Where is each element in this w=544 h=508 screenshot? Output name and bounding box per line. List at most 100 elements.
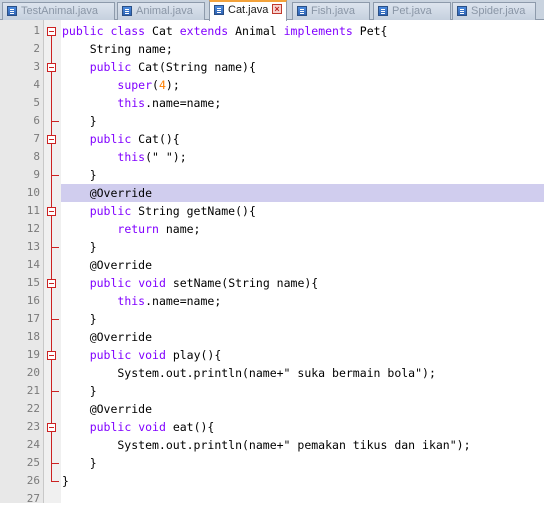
code-text: System.out.println(name+" pemakan tikus …	[62, 438, 471, 452]
line-number: 5	[33, 96, 40, 109]
close-tab-icon[interactable]: ×	[272, 4, 282, 14]
line-number: 1	[33, 24, 40, 37]
code-text: }	[62, 312, 97, 326]
code-line[interactable]: 17 }	[0, 310, 544, 328]
line-number: 3	[33, 60, 40, 73]
code-line[interactable]: 10 @Override	[0, 184, 544, 202]
code-text: public void play(){	[89, 348, 222, 362]
tab-animal[interactable]: Animal.java	[117, 2, 205, 20]
code-line[interactable]: 9 }	[0, 166, 544, 184]
code-text: }	[62, 456, 97, 470]
fold-end-marker	[51, 481, 59, 482]
file-icon	[378, 6, 388, 16]
tab-testanimal[interactable]: TestAnimal.java	[2, 2, 115, 20]
code-line[interactable]: 22 @Override	[0, 400, 544, 418]
code-line[interactable]: 2 String name;	[0, 40, 544, 58]
code-line[interactable]: 14 @Override	[0, 256, 544, 274]
code-line[interactable]: 5 this.name=name;	[0, 94, 544, 112]
code-text: this.name=name;	[117, 96, 222, 110]
tab-bar: TestAnimal.java Animal.java Cat.java × Fish.…	[0, 0, 544, 21]
line-number: 11	[26, 204, 40, 217]
code-text: }	[62, 114, 97, 128]
line-number: 15	[26, 276, 40, 289]
fold-toggle-icon[interactable]	[47, 279, 56, 288]
code-line[interactable]: 15 public void setName(String name){	[0, 274, 544, 292]
code-text: public Cat(String name){	[89, 60, 256, 74]
tab-pet[interactable]: Pet.java	[373, 2, 451, 20]
code-line[interactable]: 1 public class Cat extends Animal impleme…	[0, 22, 544, 40]
fold-toggle-icon[interactable]	[47, 27, 56, 36]
line-number: 4	[33, 78, 40, 91]
tab-label: Animal.java	[136, 5, 193, 17]
code-line[interactable]: 12 return name;	[0, 220, 544, 238]
code-line[interactable]: 20 System.out.println(name+" suka bermai…	[0, 364, 544, 382]
fold-toggle-icon[interactable]	[47, 63, 56, 72]
code-line[interactable]: 24 System.out.println(name+" pemakan tik…	[0, 436, 544, 454]
line-number: 13	[26, 240, 40, 253]
line-number: 25	[26, 456, 40, 469]
line-number: 20	[26, 366, 40, 379]
code-line[interactable]: 21 }	[0, 382, 544, 400]
fold-end-marker	[51, 247, 59, 248]
line-number: 22	[26, 402, 40, 415]
code-text: super(4);	[117, 78, 180, 92]
code-text: public class Cat extends Animal implemen…	[62, 24, 388, 38]
code-line[interactable]: 26}	[0, 472, 544, 490]
code-line[interactable]: 7 public Cat(){	[0, 130, 544, 148]
code-line[interactable]: 19 public void play(){	[0, 346, 544, 364]
line-number: 12	[26, 222, 40, 235]
file-icon	[297, 6, 307, 16]
fold-toggle-icon[interactable]	[47, 351, 56, 360]
code-text: }	[62, 168, 97, 182]
line-number: 10	[26, 186, 40, 199]
code-line[interactable]: 3 public Cat(String name){	[0, 58, 544, 76]
tab-label: Spider.java	[471, 5, 526, 17]
code-text: public String getName(){	[89, 204, 256, 218]
code-line[interactable]: 11 public String getName(){	[0, 202, 544, 220]
code-line[interactable]: 6 }	[0, 112, 544, 130]
code-editor[interactable]: 1 public class Cat extends Animal impleme…	[0, 20, 544, 505]
code-line[interactable]: 8 this(" ");	[0, 148, 544, 166]
code-text: System.out.println(name+" suka bermain b…	[62, 366, 436, 380]
line-number: 16	[26, 294, 40, 307]
tab-cat[interactable]: Cat.java ×	[209, 0, 287, 21]
file-icon	[7, 6, 17, 16]
code-text: @Override	[62, 402, 153, 416]
code-text: public Cat(){	[89, 132, 180, 146]
code-line[interactable]: 4 super(4);	[0, 76, 544, 94]
fold-guide-line	[51, 36, 52, 482]
line-number: 21	[26, 384, 40, 397]
code-text: @Override	[62, 186, 153, 200]
tab-fish[interactable]: Fish.java	[292, 2, 370, 20]
fold-end-marker	[51, 121, 59, 122]
file-icon	[457, 6, 467, 16]
line-number: 26	[26, 474, 40, 487]
line-number: 27	[26, 492, 40, 505]
tab-label: Cat.java	[228, 4, 269, 16]
code-text: public void setName(String name){	[89, 276, 319, 290]
code-line[interactable]: 13 }	[0, 238, 544, 256]
line-number: 2	[33, 42, 40, 55]
code-line[interactable]: 18 @Override	[0, 328, 544, 346]
code-line[interactable]: 23 public void eat(){	[0, 418, 544, 436]
line-number: 18	[26, 330, 40, 343]
tab-spider[interactable]: Spider.java	[452, 2, 536, 20]
line-number: 24	[26, 438, 40, 451]
file-icon	[214, 5, 224, 15]
line-number: 14	[26, 258, 40, 271]
fold-toggle-icon[interactable]	[47, 207, 56, 216]
line-number: 6	[33, 114, 40, 127]
fold-end-marker	[51, 463, 59, 464]
code-text: @Override	[62, 258, 153, 272]
code-line[interactable]: 25 }	[0, 454, 544, 472]
code-text: this(" ");	[117, 150, 187, 164]
line-number: 8	[33, 150, 40, 163]
code-text: public void eat(){	[89, 420, 215, 434]
fold-toggle-icon[interactable]	[47, 135, 56, 144]
code-line[interactable]: 16 this.name=name;	[0, 292, 544, 310]
fold-end-marker	[51, 391, 59, 392]
fold-toggle-icon[interactable]	[47, 423, 56, 432]
line-number: 9	[33, 168, 40, 181]
code-text: }	[62, 474, 69, 488]
code-line[interactable]: 27	[0, 490, 544, 508]
